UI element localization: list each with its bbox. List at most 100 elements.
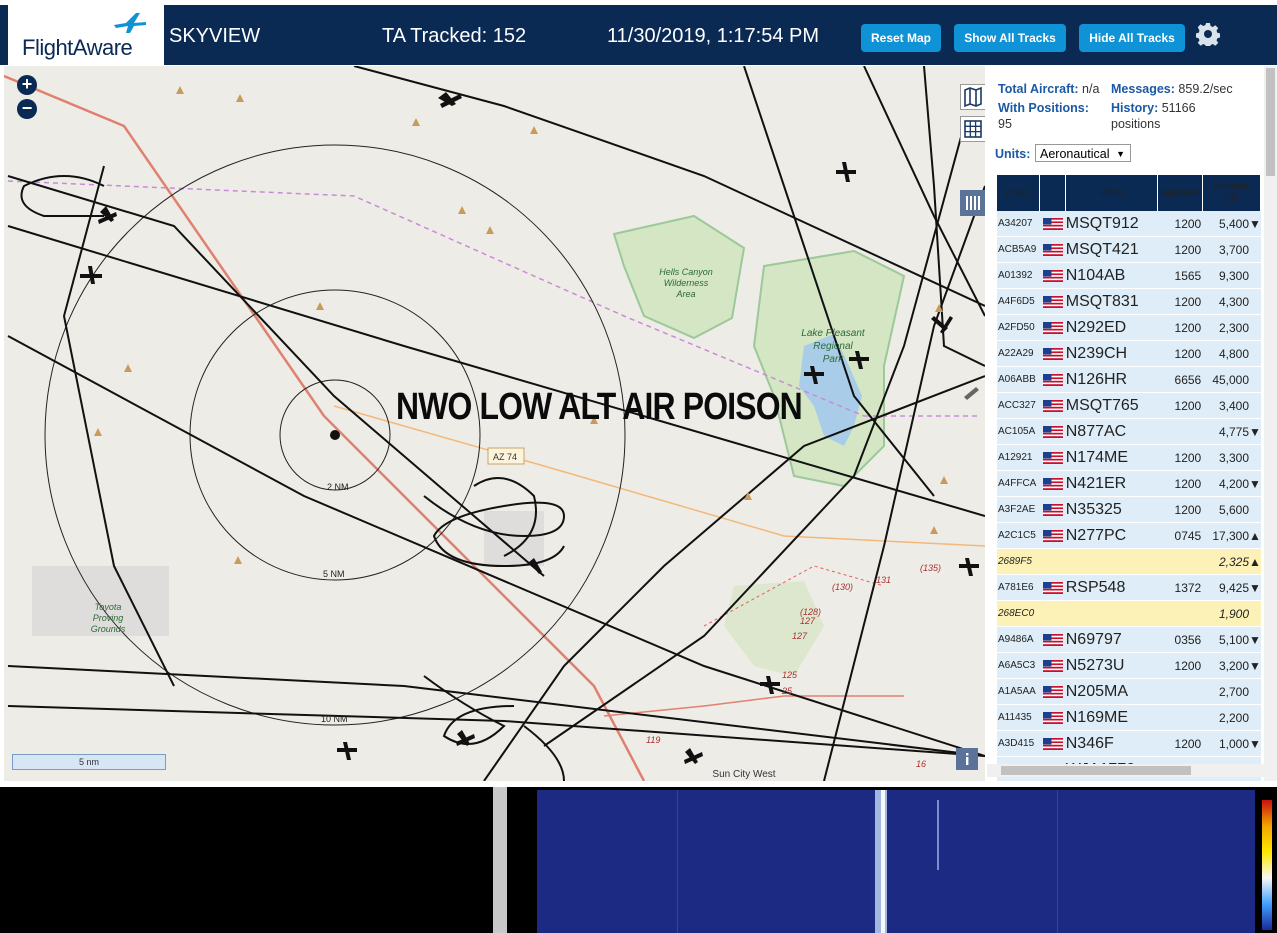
cell-icao: ACB5A9: [998, 244, 1037, 255]
trend-icon: ▼: [1249, 580, 1261, 595]
info-button[interactable]: [956, 748, 978, 770]
cell-altitude: 2,700: [1201, 685, 1261, 699]
us-flag-icon: [1042, 425, 1063, 438]
col-squawk[interactable]: Squawk: [1158, 175, 1203, 211]
table-row[interactable]: A4F6D5 MSQT831 1200 4,300: [997, 289, 1261, 315]
dropdown-arrow-icon: ▼: [1116, 149, 1125, 159]
table-row[interactable]: A6A5C3 N5273U 1200 3,200▼: [997, 653, 1261, 679]
cell-altitude: 17,300▲: [1201, 529, 1261, 543]
table-row[interactable]: A22A29 N239CH 1200 4,800: [997, 341, 1261, 367]
cell-icao: A34207: [998, 218, 1033, 229]
history-label: History:: [1111, 101, 1159, 115]
table-row[interactable]: AC105A N877AC 4,775▼: [997, 419, 1261, 445]
route-label-9: 16: [916, 759, 926, 769]
hells-canyon-label-2: Wilderness: [664, 278, 709, 288]
us-flag-icon: [1042, 529, 1063, 542]
cell-squawk: 0745: [1174, 528, 1202, 543]
table-row[interactable]: A2FD50 N292ED 1200 2,300: [997, 315, 1261, 341]
table-row[interactable]: A9486A N69797 0356 5,100▼: [997, 627, 1261, 653]
cell-altitude-value: 4,300: [1218, 294, 1250, 309]
cell-flag: [1040, 711, 1066, 724]
cell-ident: N421ER: [1065, 474, 1127, 492]
col-icao[interactable]: ICAO: [997, 175, 1040, 211]
positions-value: 95: [998, 117, 1012, 131]
cell-ident: N35325: [1065, 500, 1122, 518]
map-layers-button[interactable]: [960, 84, 985, 110]
table-row[interactable]: A3F2AE N35325 1200 5,600: [997, 497, 1261, 523]
settings-gear-icon[interactable]: [1196, 22, 1220, 46]
cell-squawk: 1200: [1174, 346, 1202, 361]
table-row[interactable]: A06ABB N126HR 6656 45,000: [997, 367, 1261, 393]
flightaware-logo[interactable]: FlightAware: [8, 5, 164, 65]
cell-squawk: 1565: [1174, 268, 1202, 283]
waterfall-color-scale: [1262, 800, 1272, 930]
trend-icon: ▼: [1249, 658, 1261, 673]
panel-horizontal-scrollbar[interactable]: [987, 764, 1264, 777]
cell-altitude-value: 2,700: [1218, 684, 1250, 699]
road-label-az74: AZ 74: [493, 452, 517, 462]
cell-ident: N174ME: [1065, 448, 1128, 466]
trend-icon: ▲: [1249, 554, 1261, 569]
table-row[interactable]: 268EC0 1,900: [997, 601, 1261, 627]
cell-flag: [1040, 503, 1066, 516]
toyota-label-1: Toyota: [95, 602, 122, 612]
cell-ident: N205MA: [1065, 682, 1128, 700]
zoom-in-button[interactable]: +: [17, 75, 37, 95]
cell-altitude-value: 4,200: [1218, 476, 1250, 491]
cell-icao: A2FD50: [998, 322, 1035, 333]
vertical-scroll-thumb[interactable]: [1266, 68, 1275, 176]
columns-icon: [966, 196, 980, 210]
total-aircraft-label: Total Aircraft:: [998, 82, 1079, 96]
table-row[interactable]: A3D415 N346F 1200 1,000▼: [997, 731, 1261, 757]
cell-ident: N169ME: [1065, 708, 1128, 726]
cell-icao: A12921: [998, 452, 1033, 463]
hells-canyon-label-3: Area: [675, 289, 695, 299]
cell-altitude-value: 1,900: [1218, 606, 1250, 621]
columns-button[interactable]: [960, 190, 985, 216]
hide-all-tracks-button[interactable]: Hide All Tracks: [1079, 24, 1185, 52]
col-altitude[interactable]: Altitude (ft): [1203, 175, 1261, 211]
cell-altitude-value: 5,600: [1218, 502, 1250, 517]
table-row[interactable]: A12921 N174ME 1200 3,300: [997, 445, 1261, 471]
col-ident[interactable]: Ident: [1066, 175, 1159, 211]
reset-map-button[interactable]: Reset Map: [861, 24, 941, 52]
map-view[interactable]: 2 NM 5 NM 10 NM AZ 74 Hells Canyon Wilde…: [4, 66, 985, 781]
cell-altitude: 9,425▼: [1201, 581, 1261, 595]
split-divider[interactable]: [493, 787, 507, 933]
table-row[interactable]: A34207 MSQT912 1200 5,400▼: [997, 211, 1261, 237]
cell-squawk: 1200: [1174, 502, 1202, 517]
zoom-out-button[interactable]: −: [17, 99, 37, 119]
table-row[interactable]: A2C1C5 N277PC 0745 17,300▲: [997, 523, 1261, 549]
us-flag-icon: [1042, 737, 1063, 750]
total-aircraft-stat: Total Aircraft: n/a: [998, 82, 1099, 96]
logo-text: FlightAware: [22, 35, 133, 60]
table-row[interactable]: A1A5AA N205MA 2,700: [997, 679, 1261, 705]
cell-flag: [1040, 347, 1066, 360]
us-flag-icon: [1042, 581, 1063, 594]
horizontal-scroll-thumb[interactable]: [1001, 766, 1191, 775]
table-row[interactable]: ACB5A9 MSQT421 1200 3,700: [997, 237, 1261, 263]
table-row[interactable]: A11435 N169ME 2,200: [997, 705, 1261, 731]
cell-altitude-value: 1,000: [1218, 736, 1250, 751]
cell-altitude: 4,775▼: [1201, 425, 1261, 439]
col-flag[interactable]: [1040, 175, 1067, 211]
table-row[interactable]: 2689F5 2,325▲: [997, 549, 1261, 575]
grid-button[interactable]: [960, 116, 985, 142]
cell-squawk: 1200: [1174, 294, 1202, 309]
messages-stat: Messages: 859.2/sec: [1111, 82, 1233, 96]
table-row[interactable]: A01392 N104AB 1565 9,300: [997, 263, 1261, 289]
cell-flag: [1040, 399, 1066, 412]
panel-vertical-scrollbar[interactable]: [1264, 66, 1277, 781]
us-flag-icon: [1042, 399, 1063, 412]
cell-altitude-value: 2,300: [1218, 320, 1250, 335]
waterfall-spectrum: [537, 790, 1255, 933]
units-select[interactable]: Aeronautical ▼: [1035, 144, 1131, 162]
cell-ident: N877AC: [1065, 422, 1127, 440]
table-row[interactable]: ACC327 MSQT765 1200 3,400: [997, 393, 1261, 419]
table-row[interactable]: A4FFCA N421ER 1200 4,200▼: [997, 471, 1261, 497]
table-row[interactable]: A781E6 RSP548 1372 9,425▼: [997, 575, 1261, 601]
cell-squawk: 1372: [1174, 580, 1202, 595]
cell-altitude: 2,300: [1201, 321, 1261, 335]
show-all-tracks-button[interactable]: Show All Tracks: [954, 24, 1066, 52]
us-flag-icon: [1042, 217, 1063, 230]
